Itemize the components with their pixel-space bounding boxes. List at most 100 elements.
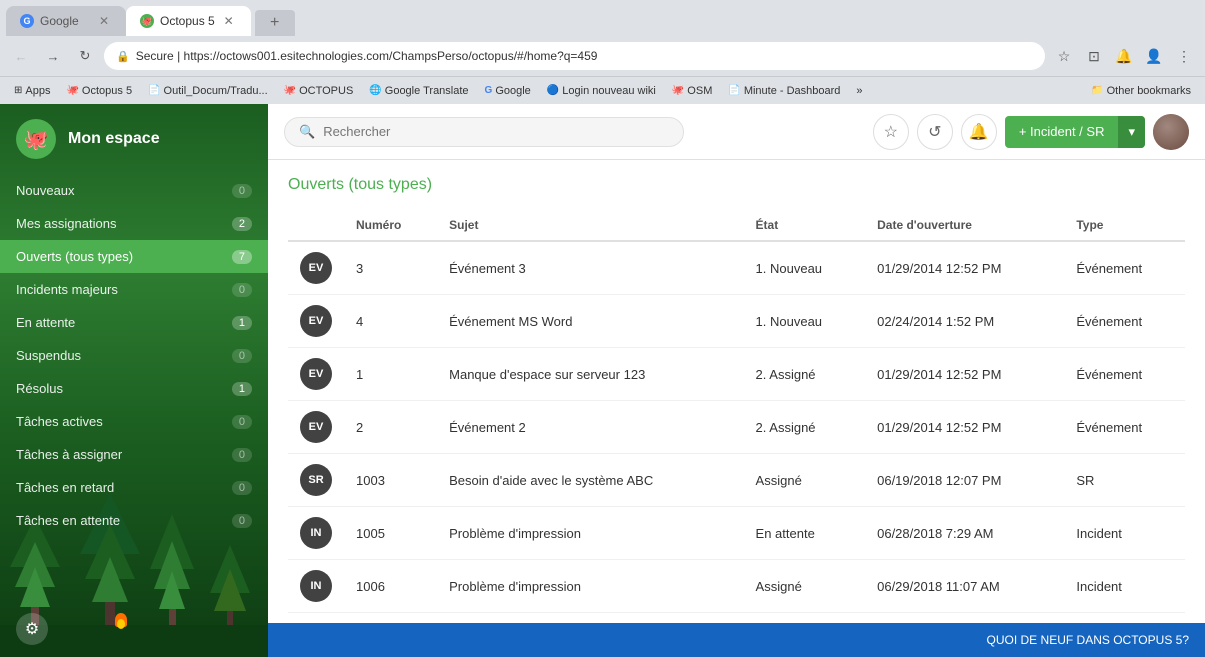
col-date: Date d'ouverture [865, 210, 1064, 241]
settings-button[interactable]: ⚙ [16, 613, 48, 645]
notifications-button[interactable]: 🔔 [961, 114, 997, 150]
row-sujet: Problème d'impression [437, 560, 743, 613]
row-numero: 1006 [344, 560, 437, 613]
table-row[interactable]: IN 1005 Problème d'impression En attente… [288, 507, 1185, 560]
incident-btn-dropdown[interactable]: ▾ [1118, 116, 1145, 148]
bookmark-gtranslate[interactable]: 🌐 Google Translate [363, 83, 474, 99]
table-row[interactable]: EV 3 Événement 3 1. Nouveau 01/29/2014 1… [288, 241, 1185, 295]
browser-tabs: G Google ✕ 🐙 Octopus 5 ✕ + [0, 0, 1205, 36]
nav-nouveaux[interactable]: Nouveaux 0 [0, 174, 268, 207]
history-button[interactable]: ↺ [917, 114, 953, 150]
table-row[interactable]: EV 1 Manque d'espace sur serveur 123 2. … [288, 348, 1185, 401]
bookmark-apps[interactable]: ⊞ Apps [8, 83, 56, 99]
nav-taches-assigner[interactable]: Tâches à assigner 0 [0, 438, 268, 471]
row-date: 01/29/2014 12:52 PM [865, 401, 1064, 454]
table-row[interactable]: EV 4 Événement MS Word 1. Nouveau 02/24/… [288, 295, 1185, 348]
bookmark-outil-label: Outil_Docum/Tradu... [164, 85, 268, 97]
chrome-cast-button[interactable]: ⊡ [1081, 43, 1107, 69]
profile-button[interactable]: 👤 [1141, 43, 1167, 69]
table-row[interactable]: SR 1003 Besoin d'aide avec le système AB… [288, 454, 1185, 507]
nav-mes-assignations-label: Mes assignations [16, 216, 116, 231]
nav-resolus-badge: 1 [232, 382, 252, 396]
nav-incidents-majeurs[interactable]: Incidents majeurs 0 [0, 273, 268, 306]
reload-button[interactable]: ↻ [72, 43, 98, 69]
nav-taches-assigner-badge: 0 [232, 448, 252, 462]
row-badge-cell: EV [288, 241, 344, 295]
address-bar[interactable]: 🔒 Secure | https://octows001.esitechnolo… [104, 42, 1045, 70]
search-box: 🔍 [284, 117, 684, 147]
nav-suspendus[interactable]: Suspendus 0 [0, 339, 268, 372]
bookmark-other[interactable]: 📁 Other bookmarks [1085, 83, 1197, 99]
forward-button[interactable]: → [40, 43, 66, 69]
nav-taches-retard-label: Tâches en retard [16, 480, 114, 495]
sidebar-footer: ⚙ [0, 601, 268, 657]
type-badge: SR [300, 464, 332, 496]
nav-nouveaux-label: Nouveaux [16, 183, 75, 198]
nav-ouverts[interactable]: Ouverts (tous types) 7 [0, 240, 268, 273]
row-date: 01/29/2014 12:52 PM [865, 241, 1064, 295]
address-url: https://octows001.esitechnologies.com/Ch… [184, 49, 598, 63]
nav-taches-actives[interactable]: Tâches actives 0 [0, 405, 268, 438]
bookmark-minute[interactable]: 📄 Minute - Dashboard [722, 83, 846, 99]
favorites-button[interactable]: ☆ [873, 114, 909, 150]
sidebar: 🐙 Mon espace Nouveaux 0 Mes assignations… [0, 104, 268, 657]
nav-taches-retard[interactable]: Tâches en retard 0 [0, 471, 268, 504]
nav-resolus-label: Résolus [16, 381, 63, 396]
search-input[interactable] [323, 124, 669, 139]
row-sujet: Événement 3 [437, 241, 743, 295]
google-tab[interactable]: G Google ✕ [6, 6, 126, 36]
row-date: 06/19/2018 12:07 PM [865, 454, 1064, 507]
extension-button[interactable]: 🔔 [1111, 43, 1137, 69]
octopus-tab-close[interactable]: ✕ [221, 13, 237, 29]
nav-resolus[interactable]: Résolus 1 [0, 372, 268, 405]
bookmark-wiki[interactable]: 🔵 Login nouveau wiki [541, 83, 662, 99]
table-row[interactable]: EV 2 Événement 2 2. Assigné 01/29/2014 1… [288, 401, 1185, 454]
row-type: SR [1064, 454, 1185, 507]
bookmark-apps-label: Apps [25, 85, 50, 97]
google-favicon: G [20, 14, 34, 28]
back-button[interactable]: ← [8, 43, 34, 69]
nav-en-attente[interactable]: En attente 1 [0, 306, 268, 339]
user-avatar[interactable] [1153, 114, 1189, 150]
bookmark-google[interactable]: G Google [479, 83, 537, 99]
incident-sr-button[interactable]: + Incident / SR ▾ [1005, 116, 1145, 148]
octopus-logo[interactable]: 🐙 [16, 119, 56, 159]
row-etat: Assigné [744, 560, 866, 613]
app-container: 🐙 Mon espace Nouveaux 0 Mes assignations… [0, 104, 1205, 657]
bottom-bar[interactable]: QUOI DE NEUF DANS OCTOPUS 5? [268, 623, 1205, 657]
row-badge-cell: SR [288, 454, 344, 507]
bookmark-star-button[interactable]: ☆ [1051, 43, 1077, 69]
nav-ouverts-badge: 7 [232, 250, 252, 264]
content-area: Ouverts (tous types) Numéro Sujet État D… [268, 160, 1205, 623]
table-row[interactable]: IN 1006 Problème d'impression Assigné 06… [288, 560, 1185, 613]
bookmark-octopus5[interactable]: 🐙 Octopus 5 [60, 83, 138, 99]
bookmark-outil[interactable]: 📄 Outil_Docum/Tradu... [142, 83, 274, 99]
bookmark-octopus[interactable]: 🐙 OCTOPUS [278, 83, 360, 99]
row-badge-cell: EV [288, 401, 344, 454]
bookmark-osm[interactable]: 🐙 OSM [666, 83, 719, 99]
browser-nav: ← → ↻ 🔒 Secure | https://octows001.esite… [0, 36, 1205, 76]
new-tab-button[interactable]: + [255, 10, 295, 36]
nav-mes-assignations[interactable]: Mes assignations 2 [0, 207, 268, 240]
bookmark-octopus-label: OCTOPUS [299, 85, 353, 97]
nav-suspendus-badge: 0 [232, 349, 252, 363]
row-sujet: Besoin d'aide avec le système ABC [437, 454, 743, 507]
search-icon: 🔍 [299, 124, 315, 140]
row-type: Incident [1064, 507, 1185, 560]
nav-ouverts-label: Ouverts (tous types) [16, 249, 133, 264]
table-body: EV 3 Événement 3 1. Nouveau 01/29/2014 1… [288, 241, 1185, 613]
row-date: 02/24/2014 1:52 PM [865, 295, 1064, 348]
row-numero: 2 [344, 401, 437, 454]
row-date: 06/28/2018 7:29 AM [865, 507, 1064, 560]
col-sujet: Sujet [437, 210, 743, 241]
menu-button[interactable]: ⋮ [1171, 43, 1197, 69]
bookmark-gtranslate-label: Google Translate [385, 85, 469, 97]
nav-taches-actives-label: Tâches actives [16, 414, 103, 429]
octopus-tab[interactable]: 🐙 Octopus 5 ✕ [126, 6, 251, 36]
nav-right-icons: ☆ ⊡ 🔔 👤 ⋮ [1051, 43, 1197, 69]
row-sujet: Événement 2 [437, 401, 743, 454]
col-numero: Numéro [344, 210, 437, 241]
google-tab-close[interactable]: ✕ [96, 13, 112, 29]
nav-taches-en-attente[interactable]: Tâches en attente 0 [0, 504, 268, 537]
bookmark-more[interactable]: » [850, 83, 868, 99]
